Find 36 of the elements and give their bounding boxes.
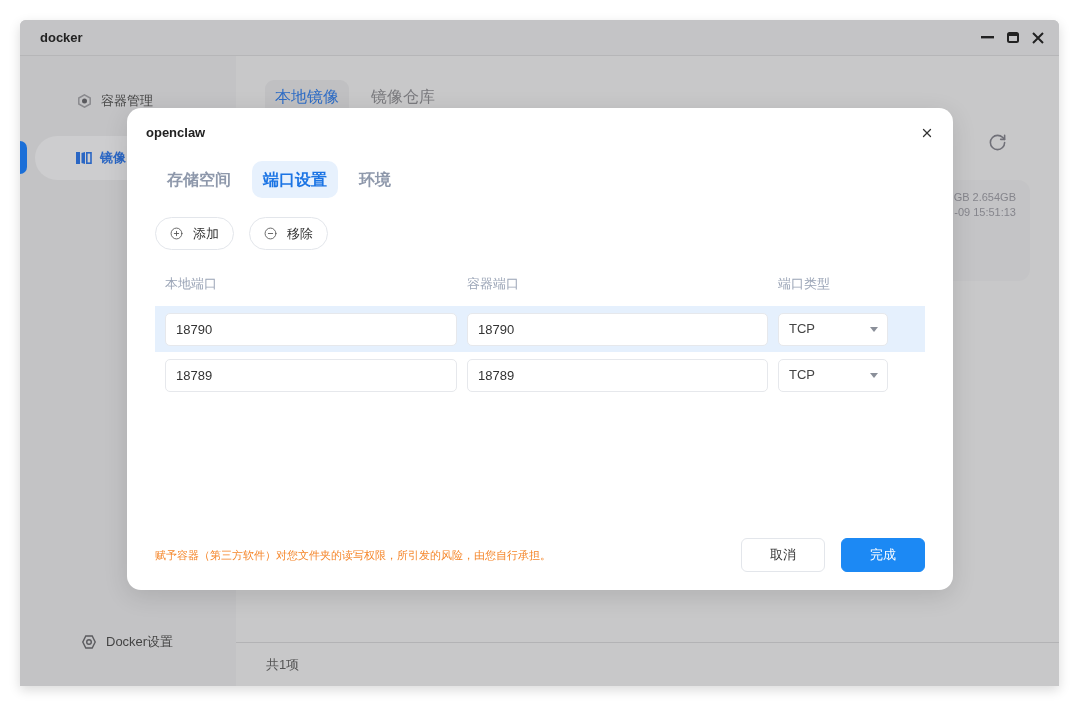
sidebar-item[interactable]: 镜像 [35, 136, 127, 180]
tab[interactable]: 端口设置 [252, 161, 338, 198]
column-header: 端口类型 [778, 275, 830, 294]
port-type-select[interactable]: TCP [778, 312, 888, 346]
action-button[interactable]: 添加 [155, 217, 234, 250]
maximize-icon[interactable] [1007, 32, 1019, 43]
image-stack-icon [76, 151, 92, 165]
card-text: GB 2.654GB [953, 190, 1016, 205]
card-text: -09 15:51:13 [954, 205, 1016, 220]
minus-circle-icon [264, 227, 277, 240]
cancel-button[interactable]: 取消 [741, 538, 825, 572]
plus-circle-icon [170, 227, 183, 240]
sidebar-item[interactable]: Docker设置 [35, 622, 236, 662]
table-row[interactable]: 18790 18790 TCP [155, 306, 925, 352]
input-field[interactable]: 18790 [165, 312, 457, 346]
sidebar-item[interactable]: 容器管理 [78, 94, 153, 108]
close-icon[interactable] [920, 126, 934, 140]
action-button[interactable]: 移除 [249, 217, 328, 250]
minimize-icon[interactable] [981, 36, 994, 39]
input-field[interactable]: 18790 [467, 312, 768, 346]
done-button[interactable]: 完成 [841, 538, 925, 572]
input-field[interactable]: 18789 [165, 358, 457, 392]
column-header: 容器端口 [467, 275, 519, 294]
risk-notice: 赋予容器（第三方软件）对您文件夹的读写权限，所引发的风险，由您自行承担。 [155, 547, 551, 563]
caret-icon [870, 326, 878, 332]
input-field[interactable]: 18789 [467, 358, 768, 392]
close-icon[interactable] [1032, 31, 1044, 44]
status-text: 共1项 [266, 655, 300, 674]
hexagon-icon [78, 94, 91, 108]
port-type-select[interactable]: TCP [778, 358, 888, 392]
window-title: docker [40, 28, 83, 47]
caret-icon [870, 372, 878, 378]
settings-icon [82, 635, 96, 649]
dialog-title: openclaw [146, 124, 206, 143]
column-header: 本地端口 [165, 275, 217, 294]
refresh-icon[interactable] [988, 133, 1007, 152]
